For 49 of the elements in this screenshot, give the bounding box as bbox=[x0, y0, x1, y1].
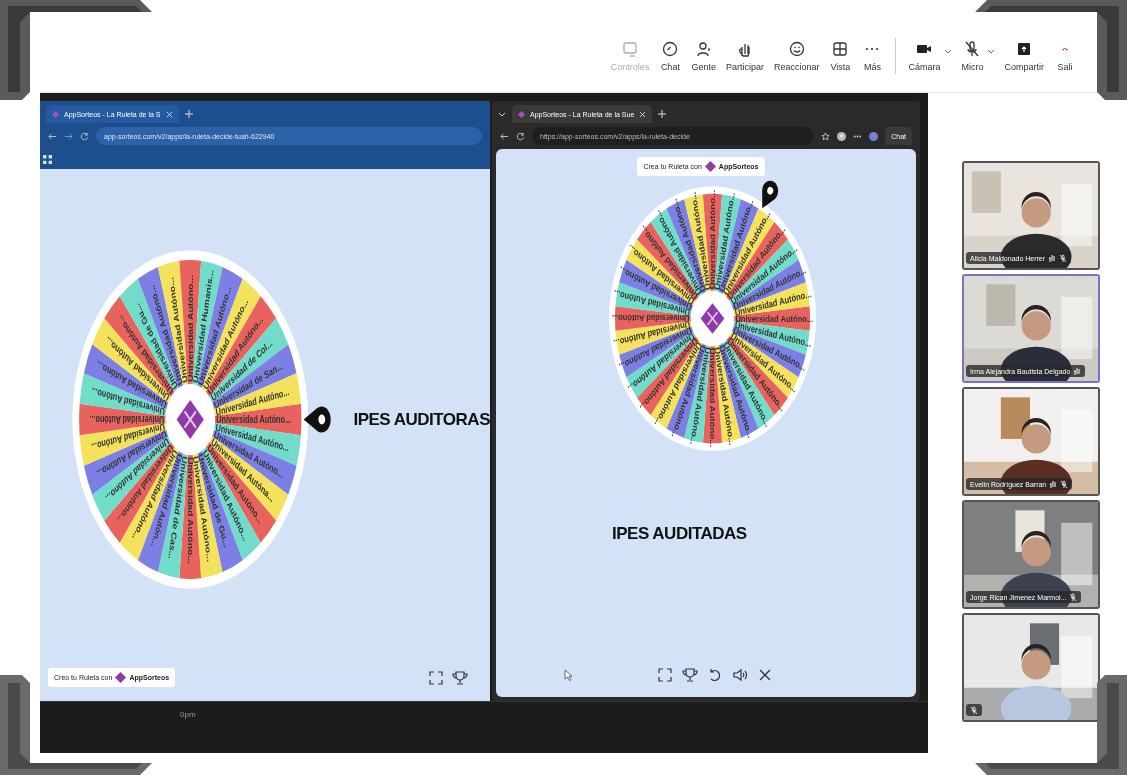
apps-icon[interactable] bbox=[43, 154, 52, 164]
favicon-icon bbox=[52, 110, 59, 118]
caret-icon[interactable] bbox=[987, 47, 996, 55]
toolbar-button[interactable]: Reaccionar bbox=[769, 38, 824, 74]
chat-icon bbox=[661, 40, 680, 58]
toolbar-button[interactable]: Más bbox=[857, 38, 888, 74]
avatar-icon[interactable] bbox=[837, 131, 847, 141]
close-icon[interactable] bbox=[165, 110, 173, 118]
caret-icon[interactable] bbox=[944, 47, 953, 55]
toolbar-button[interactable]: Vista bbox=[825, 38, 856, 74]
toolbar-button[interactable]: Cámara bbox=[904, 38, 945, 74]
back-icon[interactable] bbox=[500, 131, 509, 141]
toolbar-button[interactable]: Micro bbox=[957, 38, 988, 74]
reload-icon[interactable] bbox=[80, 131, 89, 141]
new-tab-icon[interactable] bbox=[658, 110, 667, 118]
cursor-icon bbox=[564, 669, 573, 681]
screen-icon bbox=[621, 40, 640, 58]
toolbar-button[interactable]: Sali bbox=[1050, 38, 1080, 74]
result-label: IPES AUDITORAS bbox=[353, 409, 490, 430]
logo-icon bbox=[700, 303, 724, 334]
grid-icon bbox=[831, 40, 850, 58]
close-icon[interactable] bbox=[757, 667, 773, 683]
copilot-icon[interactable] bbox=[869, 131, 879, 141]
back-icon[interactable] bbox=[48, 131, 57, 141]
forward-icon[interactable] bbox=[64, 131, 73, 141]
toolbar-button[interactable]: Participar bbox=[721, 38, 768, 74]
people-icon bbox=[694, 40, 713, 58]
fullscreen-icon[interactable] bbox=[657, 667, 673, 683]
new-tab-icon[interactable] bbox=[184, 110, 193, 118]
time-label: 0pm bbox=[180, 710, 196, 721]
favicon-icon bbox=[518, 110, 525, 118]
toolbar-button[interactable]: Compartir bbox=[1000, 38, 1048, 74]
smiley-icon bbox=[787, 40, 806, 58]
trophy-icon[interactable] bbox=[682, 667, 698, 683]
toolbar-button[interactable]: Chat bbox=[655, 38, 686, 74]
star-icon[interactable] bbox=[821, 131, 831, 141]
logo-icon bbox=[704, 161, 716, 172]
speaker-icon[interactable] bbox=[732, 667, 748, 683]
fullscreen-icon[interactable] bbox=[428, 669, 444, 686]
caret-icon[interactable] bbox=[498, 110, 506, 118]
toolbar-button[interactable]: Gente bbox=[687, 38, 720, 74]
wheel-pointer bbox=[303, 406, 331, 433]
undo-icon[interactable] bbox=[707, 667, 723, 683]
reload-icon[interactable] bbox=[516, 131, 525, 141]
logo-icon bbox=[176, 399, 204, 440]
close-icon[interactable] bbox=[639, 110, 647, 118]
trophy-icon[interactable] bbox=[452, 669, 468, 686]
wheel-pointer bbox=[761, 180, 778, 209]
result-label: IPES AUDITADAS bbox=[612, 524, 748, 544]
